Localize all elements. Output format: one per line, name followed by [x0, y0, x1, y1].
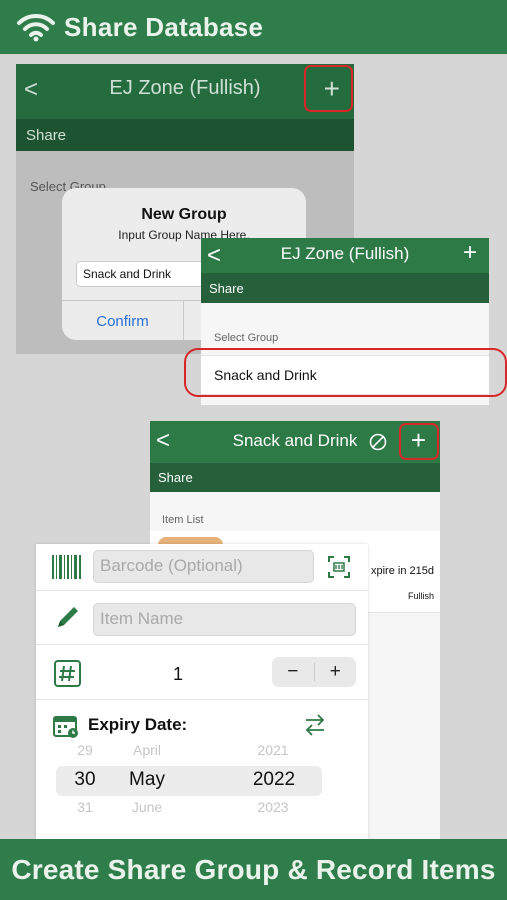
barcode-row: Barcode (Optional) [36, 544, 368, 591]
item-owner: Fullish [407, 591, 434, 601]
block-icon[interactable] [369, 433, 387, 451]
add-group-plus-icon[interactable]: + [463, 239, 477, 267]
calendar-icon [53, 716, 78, 738]
select-group-label: Select Group [214, 332, 279, 344]
quantity-value: 1 [173, 664, 184, 684]
pencil-icon [58, 607, 78, 627]
share-subbar: Share [201, 273, 489, 303]
swap-arrows-icon[interactable] [304, 713, 326, 737]
barcode-icon [52, 555, 81, 579]
highlight-box [184, 348, 507, 397]
nav-title: Snack and Drink [232, 431, 358, 450]
navbar: < Snack and Drink + [150, 421, 440, 463]
quantity-row: 1 − + [36, 645, 368, 700]
picker-year-prev: 2021 [257, 742, 289, 758]
nav-title: EJ Zone (Fullish) [280, 244, 410, 263]
confirm-button[interactable]: Confirm [62, 301, 184, 340]
share-subbar: Share [150, 463, 440, 492]
top-banner: Share Database [0, 0, 507, 54]
date-picker[interactable]: 29 April 2021 30 May 2022 31 June 2023 [36, 742, 368, 815]
share-subbar: Share [16, 119, 354, 151]
navbar: < EJ Zone (Fullish) + [201, 238, 489, 273]
picker-month-next: June [131, 799, 163, 815]
add-item-form: Barcode (Optional) Item Name 1 − + Expir… [36, 544, 368, 839]
subbar-title: Share [158, 470, 193, 485]
back-chevron-icon[interactable]: < [207, 242, 221, 270]
picker-day-prev: 29 [77, 742, 93, 758]
banner-title: Share Database [64, 11, 264, 42]
increment-button[interactable]: + [315, 661, 357, 683]
bottom-banner-text: Create Share Group & Record Items [11, 853, 496, 885]
subbar-title: Share [209, 280, 244, 296]
highlight-box [304, 65, 353, 112]
dialog-title: New Group [141, 206, 227, 223]
item-name-input[interactable]: Item Name [93, 603, 356, 636]
picker-day-next: 31 [77, 799, 93, 815]
scan-icon[interactable] [328, 556, 350, 578]
back-chevron-icon[interactable]: < [156, 427, 170, 455]
barcode-input[interactable]: Barcode (Optional) [93, 550, 314, 583]
picker-day[interactable]: 30 [66, 769, 104, 791]
expiry-date-label: Expiry Date: [88, 715, 188, 734]
decrement-button[interactable]: − [272, 661, 314, 683]
picker-month-prev: April [132, 742, 161, 758]
item-list-label: Item List [162, 514, 204, 526]
picker-year-next: 2023 [257, 799, 289, 815]
wifi-icon [17, 13, 55, 42]
highlight-box [399, 423, 439, 460]
picker-month[interactable]: May [120, 769, 174, 791]
item-expire-text: xpire in 215d [371, 565, 434, 577]
picker-year[interactable]: 2022 [244, 769, 304, 791]
hash-icon [54, 660, 81, 687]
subbar-title: Share [26, 126, 67, 144]
bottom-banner: Create Share Group & Record Items [0, 839, 507, 900]
item-name-row: Item Name [36, 591, 368, 645]
quantity-stepper[interactable]: − + [272, 657, 356, 687]
back-chevron-icon[interactable]: < [24, 76, 38, 104]
